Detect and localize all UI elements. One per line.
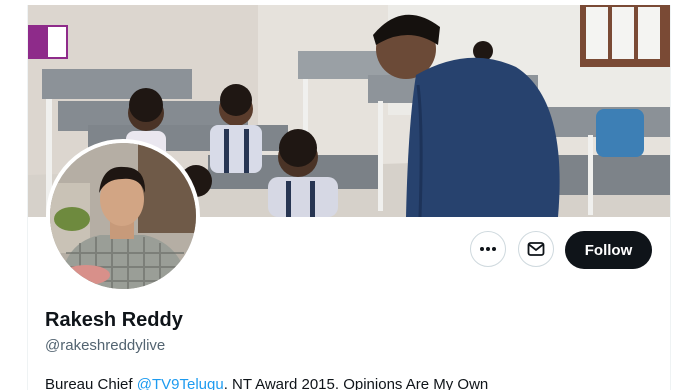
profile-bio: Bureau Chief @TV9Telugu. NT Award 2015. … [45, 376, 488, 390]
profile-card: Follow Rakesh Reddy @rakeshreddylive Bur… [27, 5, 671, 390]
bio-mention-link[interactable]: @TV9Telugu [137, 376, 224, 390]
more-options-button[interactable] [470, 231, 506, 267]
brand-flag-logo [28, 25, 68, 59]
message-button[interactable] [518, 231, 554, 267]
follow-button[interactable]: Follow [565, 231, 652, 269]
bio-text-suffix: . NT Award 2015. Opinions Are My Own [223, 376, 489, 390]
bio-text-prefix: Bureau Chief [45, 376, 137, 390]
profile-avatar[interactable] [46, 139, 200, 293]
profile-handle: @rakeshreddylive [45, 337, 166, 354]
envelope-icon [527, 242, 545, 256]
profile-display-name: Rakesh Reddy [45, 309, 183, 331]
avatar-photo [50, 143, 196, 289]
more-horizontal-icon [480, 247, 496, 251]
